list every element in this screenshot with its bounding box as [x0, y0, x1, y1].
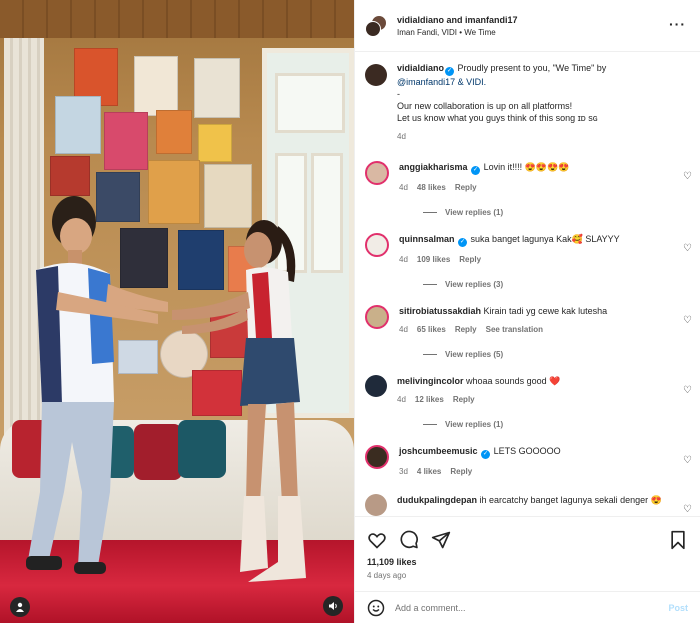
reply-button[interactable]: Reply: [459, 255, 481, 264]
comment-item: anggiakharisma ✓ Lovin it!!!! 😍😍😍😍 4d 48 …: [365, 161, 700, 194]
comment-text: Kirain tadi yg cewe kak lutesha: [483, 306, 608, 316]
comment-text: suka banget lagunya Kak🥰 SLAYYY: [470, 234, 620, 244]
comment-item: melivingincolor whoaa sounds good ❤️ 4d 1…: [365, 375, 700, 406]
comments-list[interactable]: vidialdiano ✓ Proudly present to you, "We…: [355, 52, 700, 516]
comment-username[interactable]: sitirobiatussakdiah: [399, 306, 481, 316]
comment-text: Lovin it!!!! 😍😍😍😍: [483, 162, 570, 172]
caption-line: Let us know what you guys think of this …: [397, 113, 598, 123]
comment-username[interactable]: joshcumbeemusic: [399, 446, 478, 456]
comment-likes[interactable]: 109 likes: [417, 255, 450, 264]
post-authors[interactable]: vidialdiano and imanfandi17: [397, 15, 518, 25]
comment-time: 3d: [399, 467, 408, 476]
view-replies-button[interactable]: View replies (5): [423, 350, 700, 359]
view-replies-button[interactable]: View replies (1): [423, 420, 700, 429]
avatar[interactable]: [365, 494, 387, 516]
collab-avatars[interactable]: [365, 14, 387, 37]
bookmark-icon[interactable]: [668, 530, 688, 550]
verified-badge-icon: ✓: [458, 238, 468, 247]
dancer-man: [26, 196, 168, 574]
avatar[interactable]: [365, 305, 389, 329]
post-side-panel: vidialdiano and imanfandi17 Iman Fandi, …: [354, 0, 700, 623]
comment-like-heart-icon[interactable]: ♡: [683, 455, 692, 466]
caption-username[interactable]: vidialdiano: [397, 63, 444, 73]
avatar[interactable]: [365, 233, 389, 257]
post-actions: 11,109 likes 4 days ago Post: [355, 516, 700, 623]
send-icon[interactable]: [431, 530, 451, 550]
comment-like-heart-icon[interactable]: ♡: [683, 385, 692, 396]
heart-icon[interactable]: [367, 530, 387, 550]
comment-username[interactable]: dudukpalingdepan: [397, 495, 477, 505]
comment-input[interactable]: [395, 602, 669, 613]
avatar[interactable]: [365, 375, 387, 397]
caption-time: 4d: [397, 132, 406, 141]
see-translation-button[interactable]: See translation: [486, 325, 543, 334]
comment-likes[interactable]: 12 likes: [415, 395, 444, 404]
view-replies-button[interactable]: View replies (1): [423, 208, 700, 217]
view-replies-button[interactable]: View replies (3): [423, 280, 700, 289]
volume-icon[interactable]: [323, 596, 343, 616]
comment-text: LETS GOOOOO: [493, 446, 561, 456]
comment-item: sitirobiatussakdiah Kirain tadi yg cewe …: [365, 305, 700, 336]
avatar[interactable]: [365, 161, 389, 185]
user-tag-icon[interactable]: [10, 597, 30, 617]
comment-username[interactable]: quinnsalman: [399, 234, 455, 244]
comment-like-heart-icon[interactable]: ♡: [683, 315, 692, 326]
comment-username[interactable]: melivingincolor: [397, 376, 464, 386]
avatar: [365, 20, 381, 37]
comment-icon[interactable]: [399, 530, 419, 550]
reply-button[interactable]: Reply: [455, 183, 477, 192]
comment-like-heart-icon[interactable]: ♡: [683, 504, 692, 515]
comment-like-heart-icon[interactable]: ♡: [683, 243, 692, 254]
comment-text: whoaa sounds good ❤️: [466, 376, 561, 386]
verified-badge-icon: ✓: [471, 166, 481, 175]
avatar[interactable]: [365, 64, 387, 86]
likes-count[interactable]: 11,109 likes: [355, 553, 700, 567]
caption: vidialdiano ✓ Proudly present to you, "We…: [365, 62, 700, 143]
post-dialog: vidialdiano and imanfandi17 Iman Fandi, …: [0, 0, 700, 623]
comment-item: quinnsalman ✓ suka banget lagunya Kak🥰 S…: [365, 233, 700, 266]
comment-likes[interactable]: 65 likes: [417, 325, 446, 334]
post-date: 4 days ago: [367, 571, 407, 580]
verified-badge-icon: ✓: [445, 67, 455, 76]
reply-button[interactable]: Reply: [455, 325, 477, 334]
smiley-icon[interactable]: [367, 599, 385, 617]
post-video[interactable]: [0, 0, 354, 623]
comment-time: 4d: [399, 255, 408, 264]
comment-item: dudukpalingdepan ih earcatchy banget lag…: [365, 494, 700, 516]
comment-text: ih earcatchy banget lagunya sekali denge…: [479, 495, 662, 505]
caption-line: Our new collaboration is up on all platf…: [397, 101, 573, 111]
post-header: vidialdiano and imanfandi17 Iman Fandi, …: [355, 0, 700, 52]
caption-text: Proudly present to you, "We Time" by: [455, 63, 607, 73]
comment-time: 4d: [399, 325, 408, 334]
comment-time: 4d: [397, 395, 406, 404]
dancer-woman: [172, 220, 306, 582]
avatar[interactable]: [365, 445, 389, 469]
reply-button[interactable]: Reply: [453, 395, 475, 404]
caption-mention[interactable]: @imanfandi17 & VIDI.: [397, 77, 486, 87]
comment-like-heart-icon[interactable]: ♡: [683, 171, 692, 182]
comment-item: joshcumbeemusic ✓ LETS GOOOOO 3d 4 likes R…: [365, 445, 700, 478]
post-audio-subtitle[interactable]: Iman Fandi, VIDI • We Time: [397, 28, 518, 37]
comment-time: 4d: [399, 183, 408, 192]
reply-button[interactable]: Reply: [450, 467, 472, 476]
add-comment-bar: Post: [355, 591, 700, 623]
comment-likes[interactable]: 4 likes: [417, 467, 441, 476]
comment-username[interactable]: anggiakharisma: [399, 162, 468, 172]
verified-badge-icon: ✓: [481, 450, 491, 459]
comment-likes[interactable]: 48 likes: [417, 183, 446, 192]
more-horizontal-icon[interactable]: ···: [669, 16, 686, 32]
post-comment-button[interactable]: Post: [668, 603, 688, 613]
